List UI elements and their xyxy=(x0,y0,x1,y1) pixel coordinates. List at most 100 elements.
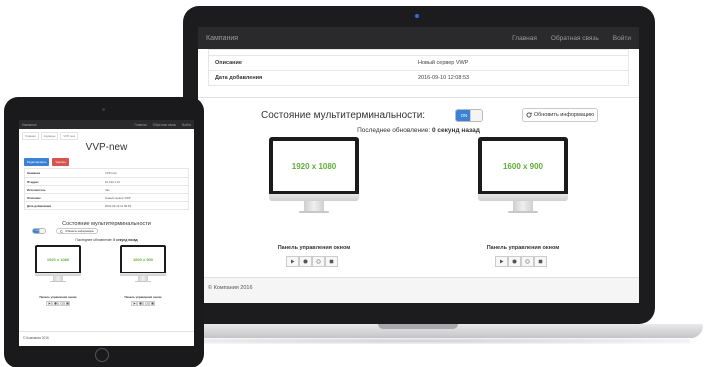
monitor-resolution: 1920 x 1080 xyxy=(273,141,355,191)
edit-button[interactable]: Редактировать xyxy=(24,158,50,166)
multiterminal-toggle[interactable]: ON xyxy=(32,228,46,234)
record-icon xyxy=(138,302,142,305)
detail-key: IP-адрес xyxy=(27,179,39,184)
detail-key: Описание xyxy=(215,60,242,66)
record-icon xyxy=(512,259,517,264)
detail-value: Новый сервер VWP xyxy=(418,60,469,66)
refresh-icon xyxy=(526,112,532,118)
monitor-chin xyxy=(269,194,359,201)
window-control-panel-title: Панель управления окном xyxy=(486,245,560,251)
window-control-panel-title: Панель управления окном xyxy=(124,295,162,299)
detail-value: 2016-09-10 12:08:53 xyxy=(418,75,470,81)
updated-value: 0 секунд назад xyxy=(113,238,138,242)
multiterminal-toggle[interactable]: ON xyxy=(455,109,483,122)
monitor-foot xyxy=(508,211,538,213)
updated-prefix: Последнее обновление: xyxy=(357,127,431,134)
monitor-foot xyxy=(135,281,151,282)
server-details-table: Описание Новый сервер VWP Дата добавлени… xyxy=(208,49,629,86)
window-controls-1 xyxy=(286,256,338,267)
tablet-home-button[interactable] xyxy=(95,348,109,362)
nav-link-home[interactable]: Главная xyxy=(134,123,146,127)
detail-key: Название xyxy=(27,171,41,175)
play-icon xyxy=(48,302,51,305)
status-title: Состояние мультитерминальности: xyxy=(261,110,426,121)
refresh-info-button[interactable]: Обновить информацию xyxy=(56,228,98,234)
refresh-icon xyxy=(60,229,64,233)
breadcrumb-item[interactable]: VVP-new xyxy=(60,132,79,140)
updated-value: 0 секунд назад xyxy=(432,127,480,134)
multiterminal-status: Состояние мультитерминальности: ON Обнов… xyxy=(198,107,639,127)
monitor-foot xyxy=(299,211,329,213)
monitor-resolution: 1600 x 900 xyxy=(122,247,164,272)
monitor-2: 1600 x 900 xyxy=(120,245,166,285)
play-button[interactable] xyxy=(286,256,299,267)
nav-link-feedback[interactable]: Обратная связь xyxy=(153,123,176,127)
monitor-chin xyxy=(478,194,568,201)
nav-link-feedback[interactable]: Обратная связь xyxy=(551,35,599,42)
refresh-label: Обновить информацию xyxy=(533,112,595,118)
record-button[interactable] xyxy=(299,256,312,267)
stop-button[interactable] xyxy=(325,256,338,267)
monitor-resolution: 1600 x 900 xyxy=(482,141,564,191)
breadcrumb-item[interactable]: Главная xyxy=(22,132,39,140)
settings-button[interactable] xyxy=(521,256,534,267)
table-row: Исполнитель Vas xyxy=(25,185,188,193)
monitor-resolution: 1920 x 1080 xyxy=(37,247,79,272)
monitor-stand xyxy=(304,201,324,211)
top-navbar: Кампания Главная Обратная связь Войти xyxy=(19,120,194,129)
table-row: IP-адрес 10.134.1.10 xyxy=(25,177,188,185)
monitor-2: 1600 x 900 xyxy=(478,137,568,217)
page-title: VVP-new xyxy=(85,142,128,153)
footer-copyright: © Компания 2016 xyxy=(208,285,253,291)
settings-icon xyxy=(316,259,321,264)
tablet-camera xyxy=(102,108,105,111)
nav-link-login[interactable]: Войти xyxy=(182,123,191,127)
table-row: Описание Новый сервер VWP xyxy=(209,55,628,70)
stop-button[interactable] xyxy=(149,301,155,306)
record-icon xyxy=(303,259,308,264)
laptop-shadow xyxy=(150,338,690,344)
settings-icon xyxy=(525,259,530,264)
record-button[interactable] xyxy=(508,256,521,267)
detail-key: Дата добавления xyxy=(27,203,52,208)
server-details-table: Название VVP-new IP-адрес 10.134.1.10 Испо… xyxy=(24,168,189,210)
divider xyxy=(198,277,639,278)
detail-key: Описание xyxy=(27,195,41,200)
record-icon xyxy=(53,302,57,305)
play-button[interactable] xyxy=(495,256,508,267)
last-updated: Последнее обновление: 0 секунд назад xyxy=(19,238,194,242)
laptop-notch xyxy=(378,324,458,329)
top-navbar: Кампания Главная Обратная связь Войти xyxy=(198,27,639,49)
monitor-1: 1920 x 1080 xyxy=(35,245,81,285)
window-controls-1 xyxy=(46,301,70,306)
updated-prefix: Последнее обновление: xyxy=(75,238,113,242)
laptop-camera xyxy=(415,14,419,18)
refresh-label: Обновить информацию xyxy=(65,229,94,233)
settings-icon xyxy=(59,302,63,305)
play-icon xyxy=(133,302,136,305)
delete-button[interactable]: Удалить xyxy=(52,158,70,166)
breadcrumb-item[interactable]: Серверы xyxy=(40,132,59,140)
footer xyxy=(198,278,639,303)
detail-key: Исполнитель xyxy=(27,187,46,192)
status-title: Состояние мультитерминальности xyxy=(62,221,151,227)
monitor-1: 1920 x 1080 xyxy=(269,137,359,217)
navbar-brand[interactable]: Кампания xyxy=(22,123,128,127)
monitor-foot xyxy=(50,281,66,282)
stop-button[interactable] xyxy=(534,256,547,267)
toggle-knob xyxy=(470,110,482,121)
table-row: Дата добавления 2016-09-10 12:08:53 xyxy=(209,70,628,85)
refresh-info-button[interactable]: Обновить информацию xyxy=(522,108,598,122)
stop-button[interactable] xyxy=(64,301,70,306)
detail-value: VVP-new xyxy=(105,171,117,175)
detail-value: 2016-09-10 12:08:53 xyxy=(105,203,131,208)
navbar-brand[interactable]: Кампания xyxy=(206,35,498,42)
footer-copyright: © Компания 2016 xyxy=(23,336,49,340)
detail-value: Vas xyxy=(105,187,110,192)
settings-button[interactable] xyxy=(312,256,325,267)
detail-key: Дата добавления xyxy=(215,75,263,81)
nav-link-home[interactable]: Главная xyxy=(512,35,537,42)
toggle-knob xyxy=(39,229,45,233)
nav-link-login[interactable]: Войти xyxy=(613,35,631,42)
action-buttons: Редактировать Удалить xyxy=(24,158,70,166)
